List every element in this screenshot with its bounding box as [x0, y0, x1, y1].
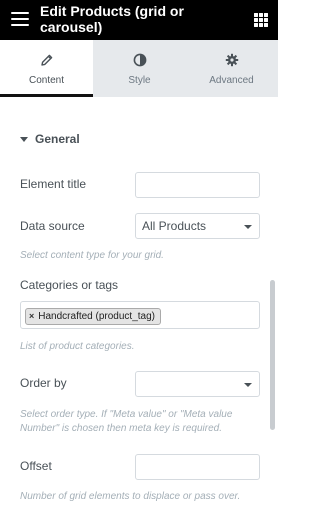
- chevron-down-icon: [244, 225, 252, 229]
- section-general-toggle[interactable]: General: [20, 132, 80, 146]
- tag-remove-icon[interactable]: ×: [29, 311, 34, 321]
- tab-style-label: Style: [128, 75, 151, 86]
- data-source-value: All Products: [142, 219, 207, 233]
- section-title: General: [35, 132, 80, 146]
- apps-grid-icon[interactable]: [254, 13, 268, 27]
- order-by-label: Order by: [20, 376, 67, 390]
- tab-advanced[interactable]: Advanced: [185, 40, 278, 97]
- hamburger-menu-icon[interactable]: [11, 12, 29, 26]
- categories-tags-input[interactable]: × Handcrafted (product_tag): [20, 301, 260, 329]
- categories-description: List of product categories.: [20, 341, 135, 352]
- chevron-down-icon: [244, 383, 252, 387]
- tab-content[interactable]: Content: [0, 40, 93, 97]
- order-by-select[interactable]: [135, 371, 260, 397]
- data-source-description: Select content type for your grid.: [20, 250, 164, 261]
- pencil-icon: [0, 53, 93, 69]
- tab-advanced-label: Advanced: [209, 75, 254, 86]
- editor-header: Edit Products (grid or carousel): [0, 0, 278, 40]
- offset-label: Offset: [20, 459, 52, 473]
- panel-tabs: Content Style Advanced: [0, 40, 278, 97]
- tab-style[interactable]: Style: [93, 40, 186, 97]
- offset-input[interactable]: [135, 454, 260, 480]
- element-title-label: Element title: [20, 177, 87, 191]
- offset-description: Number of grid elements to displace or p…: [20, 491, 241, 502]
- data-source-select[interactable]: All Products: [135, 213, 260, 239]
- caret-down-icon: [20, 136, 28, 142]
- half-circle-icon: [93, 53, 186, 69]
- order-by-description: Select order type. If "Meta value" or "M…: [20, 409, 233, 434]
- tag-chip: × Handcrafted (product_tag): [25, 307, 161, 325]
- panel-title: Edit Products (grid or carousel): [40, 3, 184, 35]
- tab-content-label: Content: [28, 75, 65, 86]
- categories-label: Categories or tags: [20, 278, 119, 292]
- gear-icon: [185, 53, 278, 69]
- data-source-label: Data source: [20, 219, 85, 233]
- tag-label: Handcrafted (product_tag): [38, 310, 155, 322]
- element-title-input[interactable]: [135, 172, 260, 198]
- content-panel: General Element title Data source All Pr…: [0, 97, 278, 522]
- panel-scrollbar[interactable]: [270, 280, 275, 430]
